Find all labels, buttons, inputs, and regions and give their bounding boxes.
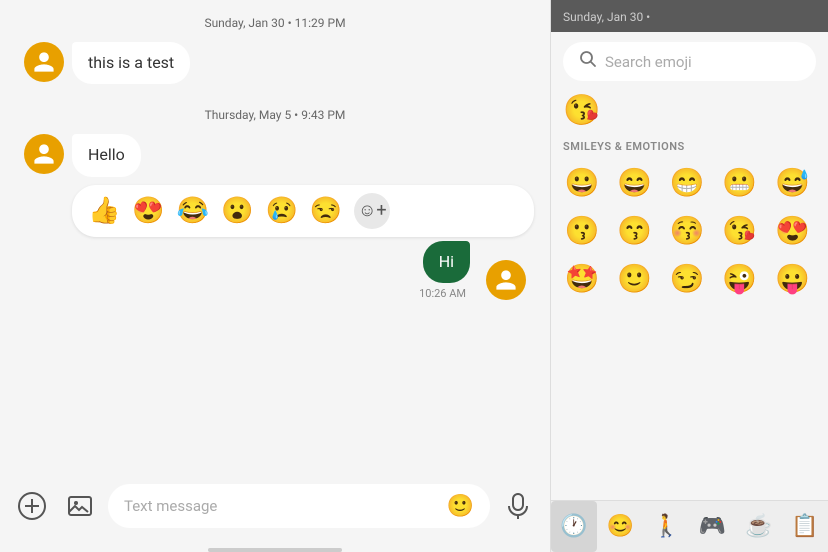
emoji-panel: Sunday, Jan 30 • Search emoji 😘 SMILEYS … [550,0,828,552]
sent-row: Hi 10:26 AM [419,241,534,300]
sent-bubble-wrapper: Hi 10:26 AM [419,241,470,300]
emoji-cell[interactable]: 😍 [769,207,815,253]
smiley-tab-icon: 😊 [607,514,634,539]
emoji-cell[interactable]: 😚 [664,207,710,253]
symbol-tab-icon: 📋 [791,514,818,539]
emoji-tab-bar: 🕐 😊 🚶 🎮 ☕ 📋 [551,500,828,552]
person-icon-3 [494,268,518,292]
add-reaction-button[interactable]: ☺+ [354,193,390,229]
reaction-thumbsup[interactable]: 👍 [88,196,120,226]
emoji-cell[interactable]: 😏 [664,255,710,301]
image-icon [66,492,94,520]
tab-activities[interactable]: 🎮 [690,501,736,552]
emoji-cell[interactable]: 😅 [769,159,815,205]
object-tab-icon: ☕ [745,514,772,539]
search-icon [579,50,597,73]
emoji-panel-header: Sunday, Jan 30 • [551,0,828,32]
tab-symbols[interactable]: 📋 [782,501,828,552]
emoji-cell[interactable]: 😀 [559,159,605,205]
person-icon-1 [32,50,56,74]
clock-icon: 🕐 [560,514,587,539]
input-bar: Text message 🙂 [0,474,550,544]
emoji-cell[interactable]: 😜 [717,255,763,301]
emoji-cell[interactable]: 😄 [612,159,658,205]
text-input-container[interactable]: Text message 🙂 [108,484,490,528]
avatar-1 [24,42,64,82]
emoji-cell[interactable]: 🙂 [612,255,658,301]
emoji-cell[interactable]: 😁 [664,159,710,205]
tab-smileys[interactable]: 😊 [597,501,643,552]
date-divider-2: Thursday, May 5 • 9:43 PM [16,92,534,134]
person-icon-2 [32,142,56,166]
emoji-section-label: SMILEYS & EMOTIONS [551,136,828,159]
add-icon: ☺+ [358,200,387,221]
message-bubble-1: this is a test [72,42,190,84]
emoji-button[interactable]: 🙂 [447,494,474,519]
recent-emoji[interactable]: 😘 [563,93,600,128]
sent-message-wrapper: Hi 10:26 AM [16,241,534,300]
sent-time: 10:26 AM [419,287,466,300]
messages-panel: Sunday, Jan 30 • 11:29 PM this is a test… [0,0,550,552]
emoji-cell[interactable]: 😛 [769,255,815,301]
emoji-grid: 😀 😄 😁 😬 😅 😗 😙 😚 😘 😍 🤩 🙂 😏 😜 😛 [551,159,828,301]
emoji-cell[interactable]: 😘 [717,207,763,253]
reaction-sad[interactable]: 😢 [266,196,298,226]
tab-objects[interactable]: ☕ [736,501,782,552]
reaction-heart-eyes[interactable]: 😍 [132,196,164,226]
reaction-expressionless[interactable]: 😒 [310,196,342,226]
emoji-search-placeholder: Search emoji [605,53,692,71]
emoji-reactions: 👍 😍 😂 😮 😢 😒 ☺+ [72,185,534,237]
tab-people[interactable]: 🚶 [643,501,689,552]
text-input-placeholder: Text message [124,497,439,515]
emoji-search-input[interactable]: Search emoji [563,42,816,81]
avatar-3 [486,260,526,300]
add-button[interactable] [12,486,52,526]
message-row-2: Hello [16,134,534,176]
reaction-joy[interactable]: 😂 [177,196,209,226]
emoji-cell[interactable]: 😬 [717,159,763,205]
scroll-indicator [208,548,342,552]
message-row-1: this is a test [16,42,534,84]
tab-recent[interactable]: 🕐 [551,501,597,552]
image-button[interactable] [60,486,100,526]
emoji-cell[interactable]: 😗 [559,207,605,253]
emoji-date-label: Sunday, Jan 30 • [563,10,650,24]
mic-button[interactable] [498,486,538,526]
message-bubble-2: Hello [72,134,141,176]
input-icons: 🙂 [447,494,474,519]
emoji-search-bar: Search emoji [551,32,828,89]
date-divider-1: Sunday, Jan 30 • 11:29 PM [16,0,534,42]
plus-circle-icon [18,492,46,520]
emoji-cell[interactable]: 🤩 [559,255,605,301]
activity-tab-icon: 🎮 [699,514,726,539]
message-bubble-3: Hi [423,241,470,283]
person-tab-icon: 🚶 [653,514,680,539]
messages-scroll: Sunday, Jan 30 • 11:29 PM this is a test… [0,0,550,474]
emoji-cell[interactable]: 😙 [612,207,658,253]
reaction-surprised[interactable]: 😮 [221,196,253,226]
avatar-2 [24,134,64,174]
recent-emoji-row: 😘 [551,89,828,136]
mic-icon [506,492,530,520]
